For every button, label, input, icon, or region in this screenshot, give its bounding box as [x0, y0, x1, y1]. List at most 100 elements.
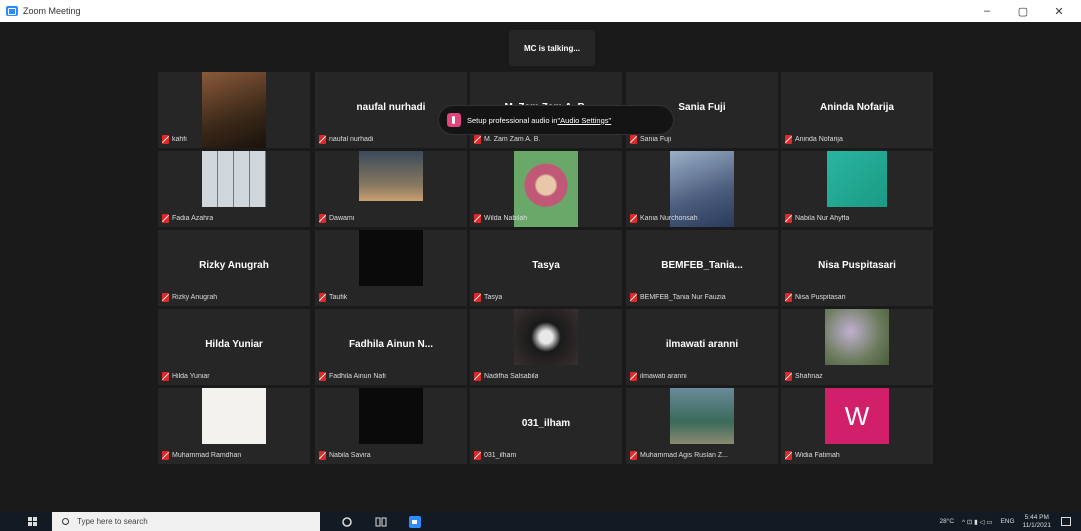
- participant-name: Widia Fatimah: [795, 452, 840, 459]
- participant-tile[interactable]: Nabila Savira: [315, 388, 467, 464]
- participant-name: Rizky Anugrah: [172, 294, 218, 301]
- participant-name-label: Rizky Anugrah: [162, 293, 217, 302]
- audio-icon: [447, 113, 461, 127]
- participant-name: Tasya: [484, 294, 503, 301]
- participant-name: naufal nurhadi: [329, 136, 374, 143]
- weather-text[interactable]: 28°C: [940, 518, 955, 525]
- participant-name-label: Wilda Nabilah: [474, 214, 527, 223]
- participant-name: Taufik: [329, 294, 348, 301]
- participant-name: M. Zam Zam A. B.: [484, 136, 541, 143]
- participant-tile[interactable]: Muhammad Ramdhan: [158, 388, 310, 464]
- audio-settings-link[interactable]: "Audio Settings": [557, 116, 611, 125]
- participant-tile[interactable]: Tasya Tasya: [470, 230, 622, 306]
- participant-tile[interactable]: Muhammad Agis Ruslan Z...: [626, 388, 778, 464]
- participant-name: Nabila Nur Ahyffa: [795, 215, 850, 222]
- muted-mic-icon: [162, 293, 169, 302]
- participant-video: [202, 151, 266, 207]
- participant-name-label: Fadia Azahra: [162, 214, 213, 223]
- participant-name: Shahnaz: [795, 373, 823, 380]
- participant-tile[interactable]: Taufik: [315, 230, 467, 306]
- participant-name: Muhammad Ramdhan: [172, 452, 242, 459]
- participant-name: 031_ilham: [484, 452, 517, 459]
- participant-avatar: W: [825, 388, 889, 444]
- participant-display-name: Aninda Nofarija: [820, 102, 894, 113]
- zoom-logo-icon: [6, 6, 18, 16]
- participant-name: Fadia Azahra: [172, 215, 214, 222]
- muted-mic-icon: [630, 135, 637, 144]
- windows-taskbar: Type here to search 28°C ^ ⊡ ▮ ◁ ▭ ENG 5…: [0, 512, 1081, 531]
- minimize-button[interactable]: –: [969, 5, 1005, 17]
- participant-video: [827, 151, 887, 207]
- participant-name-label: Taufik: [319, 293, 347, 302]
- tray-icons[interactable]: ^ ⊡ ▮ ◁ ▭: [962, 518, 992, 526]
- maximize-button[interactable]: ▢: [1005, 5, 1041, 18]
- participant-tile[interactable]: Nadifha Salsabila: [470, 309, 622, 385]
- audio-settings-toast[interactable]: Setup professional audio in "Audio Setti…: [438, 105, 674, 135]
- participant-name-label: 031_ilham: [474, 451, 516, 460]
- participant-name-label: Widia Fatimah: [785, 451, 840, 460]
- participant-tile[interactable]: Nabila Nur Ahyffa: [781, 151, 933, 227]
- participant-tile[interactable]: ilmawati aranni ilmawati aranni: [626, 309, 778, 385]
- taskbar-clock[interactable]: 5:44 PM 11/1/2021: [1023, 514, 1051, 530]
- participant-name: Kania Nurchonsah: [640, 215, 698, 222]
- participant-tile[interactable]: Kania Nurchonsah: [626, 151, 778, 227]
- participant-tile[interactable]: Wilda Nabilah: [470, 151, 622, 227]
- participant-name: Hilda Yuniar: [172, 373, 210, 380]
- participant-name-label: naufal nurhadi: [319, 135, 373, 144]
- participant-tile[interactable]: W Widia Fatimah: [781, 388, 933, 464]
- talking-indicator: MC is talking...: [509, 30, 595, 66]
- participant-name-label: Nabila Savira: [319, 451, 371, 460]
- muted-mic-icon: [785, 372, 792, 381]
- meeting-gallery: MC is talking... kahfi naufal nurhadi nauf…: [8, 22, 1074, 512]
- cortana-icon[interactable]: [340, 516, 354, 528]
- muted-mic-icon: [162, 135, 169, 144]
- muted-mic-icon: [162, 451, 169, 460]
- taskbar-search-box[interactable]: Type here to search: [52, 512, 320, 531]
- close-button[interactable]: ✕: [1041, 5, 1077, 18]
- windows-start-icon[interactable]: [28, 516, 38, 527]
- muted-mic-icon: [630, 214, 637, 223]
- participant-tile[interactable]: 031_ilham 031_ilham: [470, 388, 622, 464]
- participant-name: kahfi: [172, 136, 187, 143]
- zoom-taskbar-icon[interactable]: [408, 515, 422, 528]
- window-controls: – ▢ ✕: [969, 0, 1077, 22]
- participant-display-name: Nisa Puspitasari: [818, 260, 896, 271]
- participant-name: Dawami: [329, 215, 355, 222]
- participant-video: [825, 309, 889, 365]
- participant-video: [670, 388, 734, 444]
- participant-display-name: Tasya: [532, 260, 560, 271]
- language-text[interactable]: ENG: [1000, 518, 1014, 525]
- task-view-icon[interactable]: [374, 516, 388, 528]
- participant-name-label: BEMFEB_Tania Nur Fauzia: [630, 293, 726, 302]
- system-tray: 28°C ^ ⊡ ▮ ◁ ▭ ENG 5:44 PM 11/1/2021: [940, 512, 1052, 531]
- participant-name: Fadhila Ainun Nafi: [329, 373, 386, 380]
- muted-mic-icon: [630, 372, 637, 381]
- participant-tile[interactable]: BEMFEB_Tania... BEMFEB_Tania Nur Fauzia: [626, 230, 778, 306]
- participant-name-label: Shahnaz: [785, 372, 823, 381]
- participant-video: [359, 151, 423, 201]
- participant-name: Nadifha Salsabila: [484, 373, 539, 380]
- participant-name-label: Nisa Puspitasari: [785, 293, 846, 302]
- search-placeholder: Type here to search: [77, 517, 148, 526]
- participant-tile[interactable]: Rizky Anugrah Rizky Anugrah: [158, 230, 310, 306]
- participant-video: [359, 388, 423, 444]
- participant-name-label: Fadhila Ainun Nafi: [319, 372, 386, 381]
- clock-date: 11/1/2021: [1022, 521, 1051, 529]
- participant-tile[interactable]: Fadia Azahra: [158, 151, 310, 227]
- participant-tile[interactable]: Hilda Yuniar Hilda Yuniar: [158, 309, 310, 385]
- muted-mic-icon: [162, 214, 169, 223]
- participant-tile[interactable]: Fadhila Ainun N... Fadhila Ainun Nafi: [315, 309, 467, 385]
- participant-tile[interactable]: Dawami: [315, 151, 467, 227]
- participant-name: Sania Fuji: [640, 136, 672, 143]
- participant-tile[interactable]: Aninda Nofarija Aninda Nofarija: [781, 72, 933, 148]
- participant-tile[interactable]: kahfi: [158, 72, 310, 148]
- muted-mic-icon: [474, 135, 481, 144]
- participant-tile[interactable]: Nisa Puspitasari Nisa Puspitasari: [781, 230, 933, 306]
- participant-display-name: Rizky Anugrah: [199, 260, 269, 271]
- notification-icon[interactable]: [1061, 517, 1071, 526]
- participant-name-label: Hilda Yuniar: [162, 372, 210, 381]
- muted-mic-icon: [630, 451, 637, 460]
- participant-name: BEMFEB_Tania Nur Fauzia: [640, 294, 726, 301]
- participant-tile[interactable]: Shahnaz: [781, 309, 933, 385]
- participant-name-label: M. Zam Zam A. B.: [474, 135, 540, 144]
